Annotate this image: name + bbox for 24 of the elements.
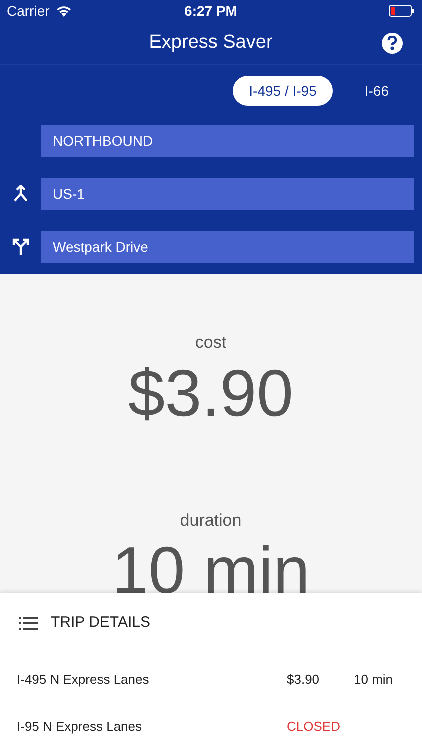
lane-duration: 10 min (354, 671, 394, 690)
status-time: 6:27 PM (184, 2, 238, 20)
lane-name: I-495 N Express Lanes (17, 671, 150, 690)
route-tab[interactable]: I-495 / I-95 (233, 76, 333, 106)
carrier-label: Carrier (7, 2, 50, 20)
route-field[interactable]: NORTHBOUND (41, 125, 414, 157)
cost-value: $3.90 (128, 356, 294, 430)
merge-icon (12, 185, 28, 203)
help-icon[interactable] (382, 32, 403, 54)
duration-label: duration (180, 510, 242, 532)
nav-title: Express Saver (149, 30, 273, 55)
trip-details-title: TRIP DETAILS (51, 613, 150, 633)
route-field[interactable]: US-1 (41, 178, 414, 210)
lane-cost: $3.90 (287, 671, 321, 690)
duration-value: 10 min (112, 533, 310, 607)
lane-name: I-95 N Express Lanes (17, 718, 144, 736)
cost-label: cost (195, 332, 227, 354)
fork-icon (12, 238, 30, 256)
route-tab[interactable]: I-66 (342, 76, 411, 106)
wifi-icon (56, 5, 72, 17)
list-icon (19, 616, 38, 630)
battery-icon (389, 5, 415, 17)
closed-status: CLOSED (287, 718, 340, 736)
route-field[interactable]: Westpark Drive (41, 231, 414, 263)
